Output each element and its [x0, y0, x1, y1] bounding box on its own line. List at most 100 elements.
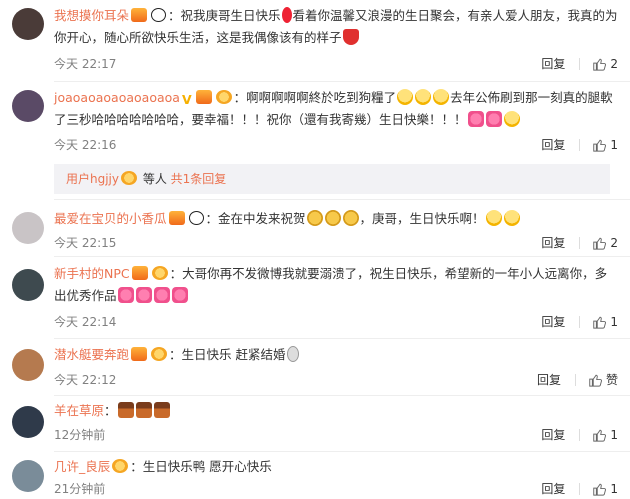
avatar-image	[12, 349, 44, 381]
comment-item: 羊在草原： 12分钟前 回复 1	[0, 396, 630, 452]
like-button[interactable]: 1	[592, 138, 618, 152]
comment-actions: 回复 2	[541, 234, 618, 251]
avatar[interactable]	[12, 90, 44, 122]
comment-item: 最爱在宝贝的小香瓜 ：金在中发来祝贺 ，庚哥，生日快乐啊！ 今天 22:15 回复 …	[0, 200, 630, 257]
love-emoji-icon	[485, 111, 502, 127]
sub-reply-summary[interactable]: 用户hgjjy 等人 共1条回复	[54, 164, 610, 194]
vip-badge-icon	[131, 266, 148, 280]
avatar-image	[12, 90, 44, 122]
cake-emoji-icon	[153, 402, 170, 418]
timestamp: 今天 22:17	[54, 57, 117, 71]
username-link[interactable]: 新手村的NPC	[54, 266, 130, 281]
like-button[interactable]: 赞	[588, 371, 618, 388]
like-button[interactable]: 2	[592, 57, 618, 71]
sun-badge-icon	[151, 347, 168, 361]
like-button[interactable]: 1	[592, 482, 618, 496]
laugh-emoji-icon	[485, 210, 502, 226]
v-badge-icon: V	[181, 92, 192, 107]
like-label: 赞	[605, 373, 618, 387]
timestamp: 今天 22:12	[54, 373, 117, 387]
timestamp: 今天 22:15	[54, 236, 117, 250]
reply-button[interactable]: 回复	[541, 480, 565, 497]
username-link[interactable]: 潜水艇要奔跑	[54, 347, 129, 362]
avatar-image	[12, 460, 44, 492]
reply-button[interactable]: 回复	[541, 55, 565, 72]
timestamp: 21分钟前	[54, 482, 106, 496]
like-button[interactable]: 2	[592, 236, 618, 250]
divider	[579, 315, 581, 328]
comment-actions: 回复 2	[541, 55, 618, 72]
username-link[interactable]: joaoaoaoaoaoaoaoa	[54, 90, 180, 105]
avatar[interactable]	[12, 349, 44, 381]
comment-actions: 回复 1	[541, 480, 618, 497]
sun-badge-icon	[215, 90, 232, 104]
comment-content: 羊在草原：	[54, 400, 618, 422]
heart-gift-emoji-icon	[171, 287, 188, 303]
sub-reply-count-link[interactable]: 共1条回复	[171, 172, 227, 186]
avatar-image	[12, 212, 44, 244]
comment-meta: 12分钟前 回复 1	[54, 426, 618, 444]
reply-button[interactable]: 回复	[541, 136, 565, 153]
comment-content: 新手村的NPC ：大哥你再不发微博我就要溺溃了，祝生日快乐，希望新的一年小人远离你…	[54, 263, 618, 307]
reply-button[interactable]: 回复	[541, 313, 565, 330]
like-button[interactable]: 1	[592, 428, 618, 442]
username-link[interactable]: 羊在草原	[54, 403, 104, 418]
timestamp: 12分钟前	[54, 428, 106, 442]
vip-badge-icon	[131, 347, 148, 361]
comment-item: 新手村的NPC ：大哥你再不发微博我就要溺溃了，祝生日快乐，希望新的一年小人远离你…	[0, 257, 630, 339]
vip-badge-icon	[131, 8, 148, 22]
username-link[interactable]: 最爱在宝贝的小香瓜	[54, 211, 167, 226]
laugh-emoji-icon	[397, 89, 414, 105]
sub-reply-user[interactable]: 用户hgjjy	[66, 172, 119, 186]
avatar[interactable]	[12, 460, 44, 492]
username-link[interactable]: 我想摸你耳朵	[54, 8, 129, 23]
laugh-emoji-icon	[433, 89, 450, 105]
heart-gift-emoji-icon	[135, 287, 152, 303]
love-emoji-icon	[467, 111, 484, 127]
like-count: 1	[610, 137, 618, 152]
heart-gift-emoji-icon	[153, 287, 170, 303]
comment-actions: 回复 赞	[537, 371, 618, 388]
sun-badge-icon	[112, 459, 129, 473]
comment-content: joaoaoaoaoaoaoaoa V ：啊啊啊啊啊終於吃到狗糧了 去年公佈刷到那一刻…	[54, 87, 618, 131]
panda-badge-icon	[151, 8, 167, 22]
like-button[interactable]: 1	[592, 315, 618, 329]
avatar[interactable]	[12, 212, 44, 244]
timestamp: 今天 22:16	[54, 138, 117, 152]
comment-item: 潜水艇要奔跑 ：生日快乐 赶紧结婚 今天 22:12 回复 赞	[0, 339, 630, 396]
clap-emoji-icon	[306, 210, 323, 226]
avatar[interactable]	[12, 8, 44, 40]
comment-text-continued: ，庚哥，生日快乐啊！	[359, 211, 485, 226]
username-link[interactable]: 几许_良辰	[54, 459, 110, 474]
balloon-emoji-icon	[281, 7, 292, 23]
comment-content: 几许_良辰 ：生日快乐鸭 愿开心快乐	[54, 456, 618, 478]
laugh-emoji-icon	[503, 210, 520, 226]
vip-badge-icon	[195, 90, 212, 104]
comment-actions: 回复 1	[541, 426, 618, 443]
reply-button[interactable]: 回复	[537, 371, 561, 388]
cake-emoji-icon	[135, 402, 152, 418]
reply-button[interactable]: 回复	[541, 426, 565, 443]
avatar-image	[12, 406, 44, 438]
thumbs-up-icon	[593, 237, 607, 250]
avatar[interactable]	[12, 269, 44, 301]
reply-button[interactable]: 回复	[541, 234, 565, 251]
sun-badge-icon	[151, 266, 168, 280]
comment-meta: 21分钟前 回复 1	[54, 480, 618, 498]
divider	[579, 236, 581, 249]
sub-reply-mid: 等人	[139, 172, 171, 186]
thumbs-up-icon	[589, 374, 602, 387]
comment-item: 几许_良辰 ：生日快乐鸭 愿开心快乐 21分钟前 回复 1	[0, 452, 630, 499]
divider	[574, 373, 576, 386]
like-count: 2	[610, 235, 618, 250]
vip-badge-icon	[168, 211, 185, 225]
comment-text: ：啊啊啊啊啊終於吃到狗糧了	[233, 90, 397, 105]
thumbs-up-icon	[593, 429, 607, 442]
ring-emoji-icon	[286, 346, 299, 362]
comment-content: 我想摸你耳朵 ：祝我庚哥生日快乐 看着你温馨又浪漫的生日聚会，有亲人爱人朋友，我真的…	[54, 5, 618, 49]
avatar[interactable]	[12, 406, 44, 438]
comment-meta: 今天 22:16 回复 1	[54, 136, 618, 154]
comment-text: ：祝我庚哥生日快乐	[168, 8, 281, 23]
thumbs-up-icon	[593, 58, 607, 71]
comment-item: joaoaoaoaoaoaoaoa V ：啊啊啊啊啊終於吃到狗糧了 去年公佈刷到那一刻…	[0, 82, 630, 200]
